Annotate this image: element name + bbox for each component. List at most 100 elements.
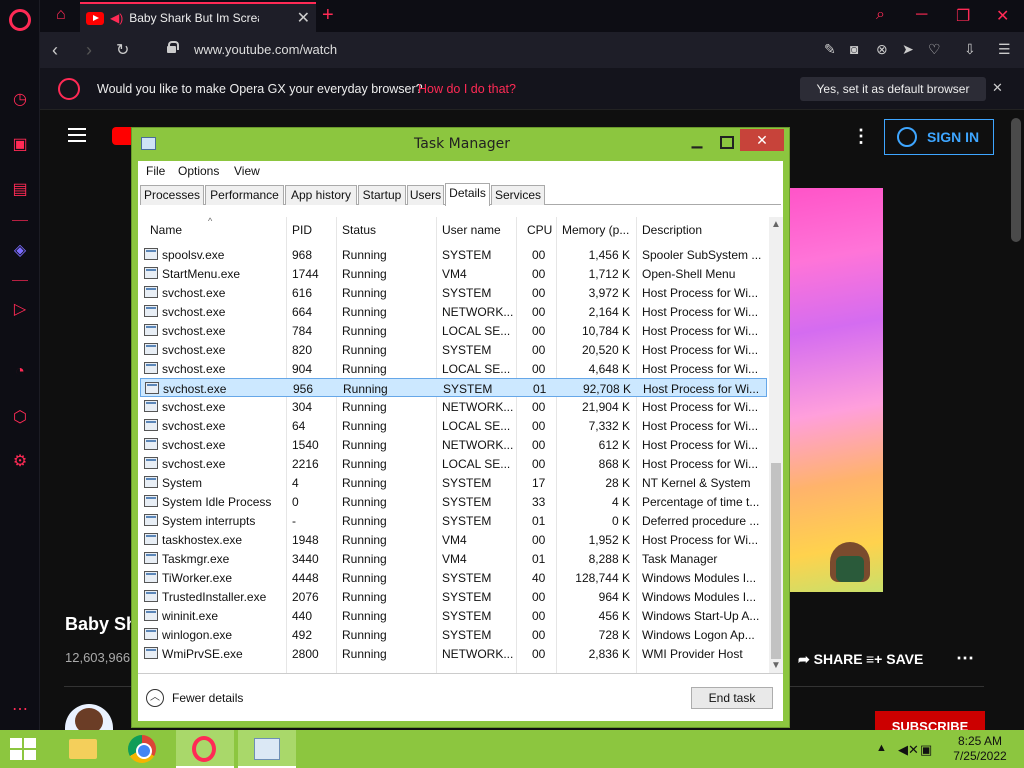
table-row[interactable]: System 4 Running SYSTEM 17 28 K NT Kernel & Sy… xyxy=(140,473,767,492)
download-icon[interactable]: ⇩ xyxy=(964,41,976,58)
tab-youtube[interactable]: ◀) Baby Shark But Im Screaming ✕ xyxy=(80,2,316,32)
table-row[interactable]: TiWorker.exe 4448 Running SYSTEM 40 128,744 K… xyxy=(140,568,767,587)
fewer-details-link[interactable]: Fewer details xyxy=(172,691,243,705)
table-row[interactable]: svchost.exe 904 Running LOCAL SE... 00 4,648 … xyxy=(140,359,767,378)
video-more-icon[interactable]: ⋯ xyxy=(956,648,974,669)
search-icon[interactable]: ⌕ xyxy=(876,6,885,24)
scroll-up-icon[interactable]: ▲ xyxy=(771,219,781,230)
table-row[interactable]: TrustedInstaller.exe 2076 Running SYSTEM 00 9… xyxy=(140,587,767,606)
network-icon[interactable]: ▣ xyxy=(920,742,932,758)
speaker-icon[interactable]: ◀) xyxy=(110,11,123,25)
table-row[interactable]: WmiPrvSE.exe 2800 Running NETWORK... 00 2,836… xyxy=(140,644,767,663)
messenger-icon[interactable]: ◈ xyxy=(10,241,30,261)
table-row[interactable]: StartMenu.exe 1744 Running VM4 00 1,712 K Open… xyxy=(140,264,767,283)
video-player[interactable] xyxy=(790,188,883,592)
extensions-icon[interactable]: ⬡ xyxy=(10,408,30,428)
back-icon[interactable]: ‹ xyxy=(52,40,58,61)
table-row[interactable]: wininit.exe 440 Running SYSTEM 00 456 K Window… xyxy=(140,606,767,625)
forward-icon[interactable]: › xyxy=(86,40,92,61)
table-row[interactable]: System Idle Process 0 Running SYSTEM 33 4 K Pe… xyxy=(140,492,767,511)
table-row[interactable]: System interrupts - Running SYSTEM 01 0 K Defe… xyxy=(140,511,767,530)
adblock-icon[interactable]: ⊗ xyxy=(876,41,888,58)
url-field[interactable]: www.youtube.com/watch xyxy=(194,42,337,57)
tab-processes[interactable]: Processes xyxy=(140,185,204,205)
column-memory[interactable]: Memory (p... xyxy=(562,223,629,237)
column-description[interactable]: Description xyxy=(642,223,702,237)
column-cpu[interactable]: CPU xyxy=(527,223,552,237)
history-icon[interactable]: ◔ xyxy=(10,362,30,382)
start-button[interactable] xyxy=(10,738,36,760)
maximize-button[interactable] xyxy=(712,132,738,152)
reload-icon[interactable]: ↻ xyxy=(116,40,129,60)
speed-dial-icon[interactable]: ◷ xyxy=(10,90,30,110)
table-row[interactable]: spoolsv.exe 968 Running SYSTEM 00 1,456 K Spoo… xyxy=(140,245,767,264)
prompt-close-icon[interactable]: ✕ xyxy=(992,80,1003,96)
page-scroll-thumb[interactable] xyxy=(1011,118,1021,242)
column-status[interactable]: Status xyxy=(342,223,376,237)
save-button[interactable]: ≡+ SAVE xyxy=(866,651,923,667)
settings-gear-icon[interactable]: ⚙ xyxy=(10,452,30,472)
share-button[interactable]: ➦ SHARE xyxy=(798,651,863,668)
table-row[interactable]: svchost.exe 664 Running NETWORK... 00 2,164 K… xyxy=(140,302,767,321)
tab-services[interactable]: Services xyxy=(491,185,545,205)
more-icon[interactable]: ⋯ xyxy=(10,700,30,720)
close-button[interactable]: ✕ xyxy=(740,129,784,151)
show-hidden-icons-icon[interactable]: ▲ xyxy=(876,742,887,754)
system-clock[interactable]: 8:25 AM 7/25/2022 xyxy=(938,734,1022,764)
menu-options[interactable]: Options xyxy=(178,164,219,178)
easy-setup-icon[interactable]: ☰ xyxy=(998,41,1011,58)
tab-details[interactable]: Details xyxy=(445,183,490,206)
twitch-icon[interactable]: ▤ xyxy=(10,180,30,200)
table-row[interactable]: svchost.exe 2216 Running LOCAL SE... 00 868 K… xyxy=(140,454,767,473)
column-pid[interactable]: PID xyxy=(292,223,312,237)
new-tab-icon[interactable]: + xyxy=(322,4,334,27)
sign-in-button[interactable]: SIGN IN xyxy=(884,119,994,155)
table-row[interactable]: winlogon.exe 492 Running SYSTEM 00 728 K Windo… xyxy=(140,625,767,644)
tab-startup[interactable]: Startup xyxy=(358,185,406,205)
menu-file[interactable]: File xyxy=(146,164,165,178)
table-scroll-thumb[interactable] xyxy=(771,463,781,659)
gx-corner-icon[interactable]: ▣ xyxy=(10,135,30,155)
gamepad-icon[interactable]: ⌂ xyxy=(56,6,66,24)
column-name[interactable]: Name xyxy=(150,223,182,237)
chevron-up-icon[interactable]: ︿ xyxy=(146,689,164,707)
chrome-button[interactable] xyxy=(114,730,172,768)
tab-users[interactable]: Users xyxy=(407,185,444,205)
camera-icon[interactable]: ◙ xyxy=(850,41,858,57)
minimize-icon[interactable]: ─ xyxy=(916,6,927,24)
table-row[interactable]: svchost.exe 1540 Running NETWORK... 00 612 K H… xyxy=(140,435,767,454)
set-default-button[interactable]: Yes, set it as default browser xyxy=(800,77,986,101)
table-row[interactable]: svchost.exe 784 Running LOCAL SE... 00 10,784… xyxy=(140,321,767,340)
table-row[interactable]: svchost.exe 956 Running SYSTEM 01 92,708 K Hos… xyxy=(140,378,767,397)
volume-muted-icon[interactable]: ◀✕ xyxy=(898,742,919,758)
hamburger-menu-icon[interactable] xyxy=(68,128,86,142)
subscribe-button[interactable]: SUBSCRIBE xyxy=(875,711,985,730)
table-row[interactable]: Taskmgr.exe 3440 Running VM4 01 8,288 K Task M… xyxy=(140,549,767,568)
column-user-name[interactable]: User name xyxy=(442,223,501,237)
player-icon[interactable]: ▷ xyxy=(10,300,30,320)
scroll-down-icon[interactable]: ▼ xyxy=(771,660,781,671)
opera-gx-button[interactable] xyxy=(176,730,234,768)
table-row[interactable]: svchost.exe 64 Running LOCAL SE... 00 7,332 K… xyxy=(140,416,767,435)
table-row[interactable]: svchost.exe 820 Running SYSTEM 00 20,520 K Hos… xyxy=(140,340,767,359)
tab-close-icon[interactable]: ✕ xyxy=(297,8,310,28)
how-link[interactable]: How do I do that? xyxy=(418,82,516,96)
file-explorer-button[interactable] xyxy=(52,730,110,768)
table-row[interactable]: svchost.exe 304 Running NETWORK... 00 21,904 … xyxy=(140,397,767,416)
tab-app-history[interactable]: App history xyxy=(285,185,357,205)
window-close-icon[interactable]: ✕ xyxy=(996,6,1009,26)
end-task-button[interactable]: End task xyxy=(691,687,773,709)
opera-menu-icon[interactable] xyxy=(9,9,31,31)
heart-icon[interactable]: ♡ xyxy=(928,41,941,58)
tab-performance[interactable]: Performance xyxy=(205,185,284,205)
more-options-icon[interactable]: ⋮ xyxy=(852,126,870,147)
send-icon[interactable]: ➤ xyxy=(902,41,914,58)
table-row[interactable]: taskhostex.exe 1948 Running VM4 00 1,952 K Hos… xyxy=(140,530,767,549)
menu-view[interactable]: View xyxy=(234,164,260,178)
table-scrollbar[interactable]: ▲ ▼ xyxy=(769,217,783,673)
table-row[interactable]: svchost.exe 616 Running SYSTEM 00 3,972 K Host… xyxy=(140,283,767,302)
task-manager-taskbar-button[interactable] xyxy=(238,730,296,768)
restore-icon[interactable]: ❐ xyxy=(956,6,970,26)
lock-icon[interactable] xyxy=(166,41,179,53)
minimize-button[interactable]: ▁ xyxy=(684,132,710,152)
